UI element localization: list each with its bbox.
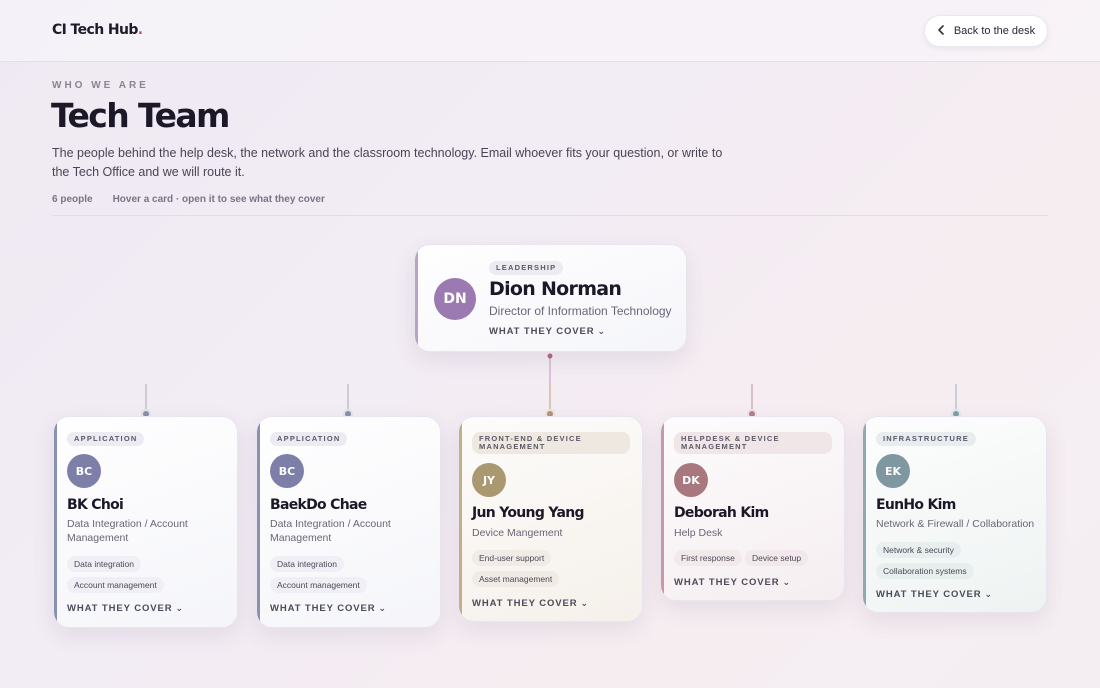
coverage-chip: Asset management	[472, 571, 560, 587]
coverage-chip: End-user support	[472, 550, 552, 566]
avatar: BC	[270, 454, 304, 488]
member-name: BK Choi	[67, 497, 124, 513]
role-badge-line-2: MANAGEMENT	[479, 442, 546, 451]
page-title: Tech Team	[51, 96, 230, 135]
what-they-cover-toggle[interactable]: WHAT THEY COVER ⌄	[489, 326, 606, 337]
chevron-down-icon: ⌄	[984, 589, 993, 599]
chevron-down-icon: ⌄	[378, 603, 387, 613]
member-role: Network & Firewall / Collaboration	[876, 518, 1035, 530]
role-badge: APPLICATION	[270, 432, 348, 446]
what-they-cover-toggle[interactable]: WHAT THEY COVER ⌄	[67, 603, 184, 614]
card-accent	[661, 417, 664, 600]
member-role: Help Desk	[674, 527, 723, 539]
what-they-cover-toggle[interactable]: WHAT THEY COVER ⌄	[674, 577, 791, 588]
leader-card[interactable]: LEADERSHIP DN Dion Norman Director of In…	[414, 244, 687, 352]
card-accent	[257, 417, 260, 627]
top-bar: CI Tech Hub. Back to the desk	[0, 0, 1100, 62]
chevron-down-icon: ⌄	[597, 326, 606, 336]
card-accent	[54, 417, 57, 627]
member-name: Dion Norman	[489, 278, 622, 300]
what-they-cover-toggle[interactable]: WHAT THEY COVER ⌄	[270, 603, 387, 614]
what-they-cover-label: WHAT THEY COVER	[270, 603, 376, 614]
leader-node-dot	[547, 353, 553, 359]
brand-logo[interactable]: CI Tech Hub.	[52, 22, 143, 38]
what-they-cover-label: WHAT THEY COVER	[67, 603, 173, 614]
coverage-chip: Network & security	[876, 542, 961, 558]
coverage-chip: Device setup	[745, 550, 809, 566]
member-name: EunHo Kim	[876, 497, 956, 513]
card-accent	[863, 417, 866, 612]
member-card-deborah-kim[interactable]: HELPDESK & DEVICE MANAGEMENT DK Deborah …	[660, 416, 845, 601]
avatar: EK	[876, 454, 910, 488]
avatar: JY	[472, 463, 506, 497]
back-to-desk-label: Back to the desk	[953, 25, 1036, 37]
avatar: DN	[434, 278, 476, 320]
chevron-down-icon: ⌄	[782, 577, 791, 587]
member-name: Jun Young Yang	[472, 505, 585, 521]
member-role-line-2: Management	[67, 532, 129, 544]
coverage-chip: First response	[674, 550, 742, 566]
member-role: Device Mangement	[472, 527, 563, 539]
member-role: Director of Information Technology	[489, 304, 672, 318]
member-card-bk-choi[interactable]: APPLICATION BC BK Choi Data Integration …	[53, 416, 238, 628]
divider	[52, 215, 1048, 216]
people-count: 6 people	[52, 194, 93, 205]
brand-name: CI Tech Hub	[52, 22, 138, 38]
role-badge-line-2: MANAGEMENT	[681, 442, 748, 451]
role-badge: FRONT-END & DEVICE MANAGEMENT	[472, 432, 630, 454]
back-to-desk-button[interactable]: Back to the desk	[924, 15, 1048, 47]
role-badge: HELPDESK & DEVICE MANAGEMENT	[674, 432, 832, 454]
chevron-down-icon: ⌄	[175, 603, 184, 613]
role-badge: LEADERSHIP	[489, 261, 564, 275]
chevron-down-icon: ⌄	[580, 598, 589, 608]
member-name: BaekDo Chae	[270, 497, 367, 513]
section-eyebrow: WHO WE ARE	[52, 80, 149, 91]
member-role-line-1: Data Integration / Account	[270, 518, 391, 530]
member-name: Deborah Kim	[674, 505, 769, 521]
role-badge: APPLICATION	[67, 432, 145, 446]
coverage-chip: Collaboration systems	[876, 563, 974, 579]
page-meta: 6 people Hover a card · open it to see w…	[52, 194, 325, 205]
member-role-line-2: Management	[270, 532, 332, 544]
member-role-line-1: Data Integration / Account	[67, 518, 188, 530]
page-description: The people behind the help desk, the net…	[52, 146, 723, 179]
hover-hint: Hover a card · open it to see what they …	[112, 194, 325, 205]
member-card-jun-young-yang[interactable]: FRONT-END & DEVICE MANAGEMENT JY Jun You…	[458, 416, 643, 622]
coverage-chip: Account management	[67, 577, 164, 593]
role-badge: INFRASTRUCTURE	[876, 432, 976, 446]
coverage-chip: Data integration	[270, 556, 345, 572]
brand-dot: .	[137, 22, 143, 38]
what-they-cover-label: WHAT THEY COVER	[674, 577, 780, 588]
member-role: Data Integration / Account Management	[270, 517, 435, 545]
coverage-chip: Data integration	[67, 556, 142, 572]
coverage-chip: Account management	[270, 577, 367, 593]
what-they-cover-label: WHAT THEY COVER	[489, 326, 595, 337]
chevron-left-icon	[937, 24, 946, 38]
what-they-cover-label: WHAT THEY COVER	[876, 589, 982, 600]
what-they-cover-toggle[interactable]: WHAT THEY COVER ⌄	[876, 589, 993, 600]
member-role: Data Integration / Account Management	[67, 517, 232, 545]
member-card-baekdo-chae[interactable]: APPLICATION BC BaekDo Chae Data Integrat…	[256, 416, 441, 628]
card-accent	[459, 417, 462, 621]
avatar: DK	[674, 463, 708, 497]
what-they-cover-toggle[interactable]: WHAT THEY COVER ⌄	[472, 598, 589, 609]
avatar: BC	[67, 454, 101, 488]
card-accent	[415, 245, 418, 351]
member-card-eunho-kim[interactable]: INFRASTRUCTURE EK EunHo Kim Network & Fi…	[862, 416, 1047, 613]
what-they-cover-label: WHAT THEY COVER	[472, 598, 578, 609]
